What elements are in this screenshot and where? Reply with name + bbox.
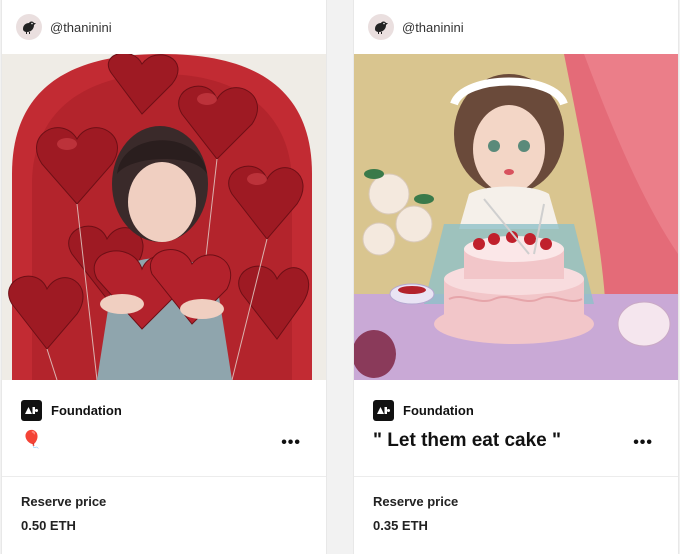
title-row: " Let them eat cake " ••• [373,430,665,456]
artwork-image[interactable] [354,54,678,380]
more-options-icon[interactable]: ••• [633,434,653,452]
platform-name: Foundation [51,403,122,418]
divider [2,476,326,477]
nft-card-cake[interactable]: @thaninini Foundation " Let them eat cak… [353,0,679,554]
reserve-price-label: Reserve price [21,494,107,509]
more-options-icon[interactable]: ••• [281,434,301,452]
reserve-price-value: 0.50 ETH [21,518,76,533]
artwork-image[interactable] [2,54,326,380]
artwork-title[interactable]: 🎈 [21,430,42,450]
platform-tag[interactable]: Foundation [373,400,474,421]
reserve-price-label: Reserve price [373,494,459,509]
creator-username[interactable]: @thaninini [50,20,112,35]
creator-username[interactable]: @thaninini [402,20,464,35]
card-header: @thaninini [354,0,678,54]
platform-tag[interactable]: Foundation [21,400,122,421]
divider [354,476,678,477]
foundation-logo-icon [373,400,394,421]
nft-card-balloons[interactable]: @thaninini Foundation 🎈 ••• Reserve pric… [1,0,327,554]
bird-avatar-icon[interactable] [368,14,394,40]
artwork-title[interactable]: " Let them eat cake " [373,430,561,452]
title-row: 🎈 ••• [21,430,313,456]
bird-avatar-icon[interactable] [16,14,42,40]
foundation-logo-icon [21,400,42,421]
card-header: @thaninini [2,0,326,54]
platform-name: Foundation [403,403,474,418]
reserve-price-value: 0.35 ETH [373,518,428,533]
